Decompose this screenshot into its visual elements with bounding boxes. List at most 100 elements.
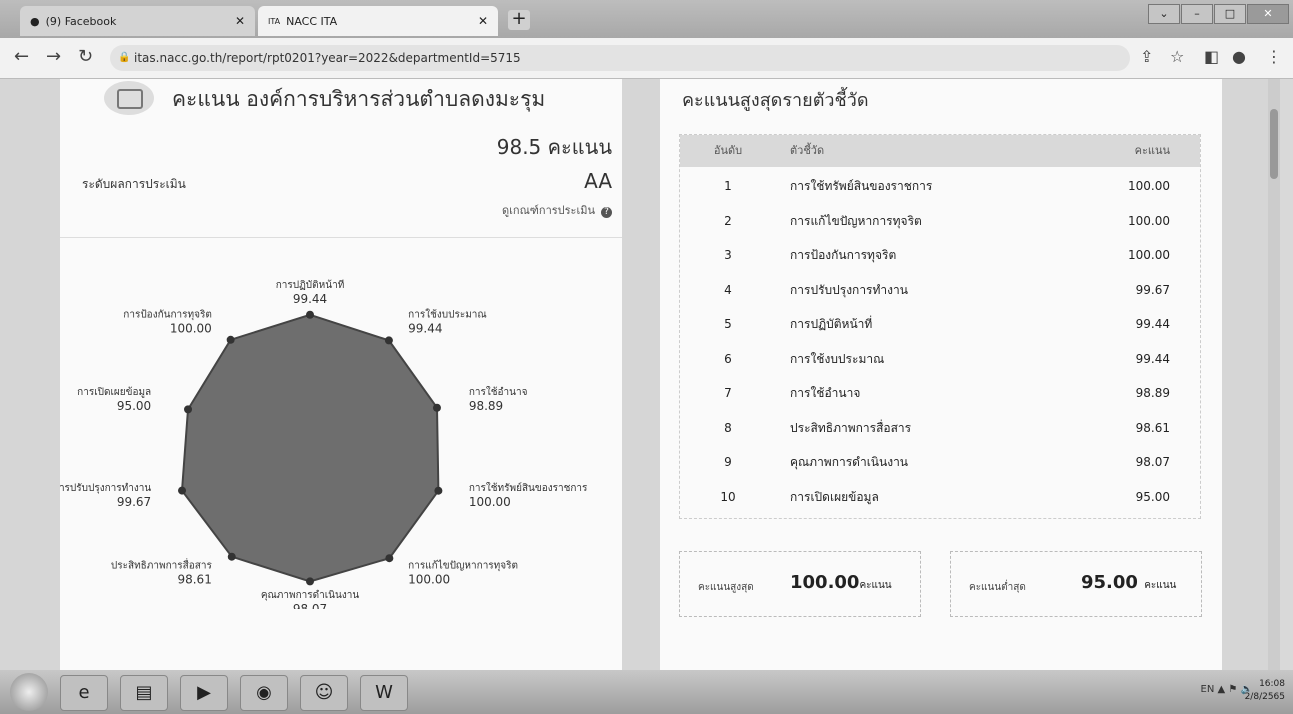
start-button[interactable]: [10, 673, 48, 711]
word-icon[interactable]: W: [360, 675, 408, 711]
tab-label: NACC ITA: [286, 14, 338, 28]
score-cell: 99.44: [1135, 351, 1170, 366]
score-card-title: คะแนน องค์การบริหารส่วนตำบลดงมะรุม: [172, 87, 546, 111]
score-cell: 99.44: [1135, 317, 1170, 331]
divider: [60, 237, 622, 238]
radar-point[interactable]: [384, 336, 393, 345]
dropdown-icon[interactable]: ⌄: [1148, 4, 1180, 24]
scrollbar-thumb[interactable]: [1270, 109, 1278, 179]
help-icon[interactable]: ?: [601, 207, 612, 218]
radar-axis-label: การใช้งบประมาณ: [408, 309, 487, 321]
menu-kebab-icon[interactable]: ⋮: [1266, 47, 1282, 66]
score-cell: 99.67: [1135, 282, 1170, 297]
radar-axis-label: การแก้ไขปัญหาการทุจริต: [408, 559, 518, 571]
url-input[interactable]: 🔒 itas.nacc.go.th/report/rpt0201?year=20…: [110, 45, 1130, 71]
radar-point[interactable]: [184, 405, 193, 414]
score-cell: 95.00: [1135, 489, 1170, 504]
tab-nacc-ita[interactable]: ITA NACC ITA ✕: [258, 6, 498, 36]
radar-point[interactable]: [306, 577, 314, 586]
network-icon[interactable]: ⚑: [1228, 684, 1237, 695]
indicator-cell: การปฏิบัติหน้าที่: [790, 317, 873, 331]
table-row: 5 การปฏิบัติหน้าที่ 99.44: [680, 307, 1200, 342]
ie-icon[interactable]: e: [60, 675, 108, 711]
table-header: อันดับ ตัวชี้วัด คะแนน: [680, 135, 1200, 167]
radar-value-label: 100.00: [408, 572, 450, 586]
new-tab-button[interactable]: +: [508, 10, 530, 30]
page-viewport: คะแนน องค์การบริหารส่วนตำบลดงมะรุม 98.5 …: [0, 79, 1280, 670]
close-tab-icon[interactable]: ✕: [235, 14, 245, 28]
file-explorer-icon[interactable]: ▤: [120, 675, 168, 711]
table-row: 8 ประสิทธิภาพการสื่อสาร 98.61: [680, 411, 1200, 446]
radar-axis-label: การป้องกันการทุจริต: [123, 309, 212, 321]
forward-icon[interactable]: →: [46, 46, 61, 67]
chrome-icon[interactable]: ◉: [240, 675, 288, 711]
close-tab-icon[interactable]: ✕: [478, 14, 488, 28]
lock-icon: 🔒: [118, 52, 131, 63]
address-bar: ← → ↻ 🔒 itas.nacc.go.th/report/rpt0201?y…: [0, 38, 1293, 79]
page-scrollbar[interactable]: [1268, 79, 1280, 670]
profile-avatar-icon[interactable]: ●: [1232, 47, 1246, 66]
radar-value-label: 99.44: [408, 322, 442, 336]
close-window-button[interactable]: ✕: [1247, 4, 1289, 24]
tab-facebook[interactable]: ● (9) Facebook ✕: [20, 6, 255, 36]
media-player-icon[interactable]: ▶: [180, 675, 228, 711]
rank-cell: 7: [724, 386, 732, 400]
score-card: คะแนน องค์การบริหารส่วนตำบลดงมะรุม 98.5 …: [60, 79, 622, 670]
table-row: 4 การปรับปรุงการทำงาน 99.67: [680, 273, 1200, 308]
rank-cell: 9: [724, 455, 732, 469]
facebook-icon: ●: [30, 14, 40, 28]
indicator-cell: คุณภาพการดำเนินงาน: [790, 455, 909, 469]
sidepanel-icon[interactable]: ◧: [1204, 47, 1219, 66]
language-indicator[interactable]: EN: [1201, 684, 1215, 695]
top-indicators-card: คะแนนสูงสุดรายตัวชี้วัด อันดับ ตัวชี้วัด…: [660, 79, 1222, 670]
radar-value-label: 100.00: [469, 495, 511, 509]
indicator-cell: การใช้ทรัพย์สินของราชการ: [790, 179, 933, 193]
rank-cell: 2: [724, 213, 732, 228]
header-rank: อันดับ: [713, 144, 743, 157]
url-text: itas.nacc.go.th/report/rpt0201?year=2022…: [134, 51, 521, 65]
chart-icon: [104, 81, 154, 115]
min-score-unit: คะแนน: [1144, 580, 1177, 591]
rank-cell: 8: [724, 420, 732, 435]
radar-value-label: 99.67: [117, 495, 151, 509]
radar-value-label: 100.00: [170, 322, 212, 336]
radar-area: [180, 313, 440, 583]
clock-date: 2/8/2565: [1244, 692, 1285, 702]
min-score-box: คะแนนต่ำสุด 95.00 คะแนน: [950, 551, 1202, 617]
criteria-link[interactable]: ดูเกณฑ์การประเมิน?: [502, 201, 612, 219]
radar-value-label: 98.07: [293, 602, 327, 609]
minimize-button[interactable]: –: [1181, 4, 1213, 24]
radar-point[interactable]: [306, 310, 314, 319]
min-score-label: คะแนนต่ำสุด: [969, 582, 1026, 593]
rank-cell: 3: [724, 248, 732, 262]
maximize-button[interactable]: □: [1214, 4, 1246, 24]
radar-point[interactable]: [432, 403, 441, 412]
tray-arrow-icon[interactable]: ▲: [1218, 684, 1229, 695]
max-score-box: คะแนนสูงสุด 100.00คะแนน: [679, 551, 921, 617]
indicator-cell: การใช้งบประมาณ: [790, 351, 885, 366]
table-row: 1 การใช้ทรัพย์สินของราชการ 100.00: [680, 169, 1200, 204]
reload-icon[interactable]: ↻: [78, 46, 93, 67]
windows-taskbar: e ▤ ▶ ◉ ☺ W EN ▲ ⚑ 🔈 16:08 2/8/2565: [0, 670, 1293, 714]
header-indicator: ตัวชี้วัด: [790, 144, 825, 157]
radar-point[interactable]: [385, 554, 394, 563]
radar-point[interactable]: [227, 552, 236, 561]
clock[interactable]: 16:08 2/8/2565: [1245, 678, 1285, 704]
level-label: ระดับผลการประเมิน: [82, 177, 186, 191]
radar-point[interactable]: [226, 335, 235, 344]
radar-axis-label: การปรับปรุงการทำงาน: [60, 483, 151, 494]
back-icon[interactable]: ←: [14, 46, 29, 67]
radar-axis-label: การใช้อำนาจ: [469, 386, 528, 398]
bookmark-star-icon[interactable]: ☆: [1170, 47, 1184, 66]
radar-point[interactable]: [434, 486, 443, 495]
max-score-label: คะแนนสูงสุด: [698, 582, 754, 593]
radar-value-label: 99.44: [293, 292, 327, 306]
level-value: AA: [584, 169, 612, 193]
radar-point[interactable]: [178, 486, 187, 495]
indicator-table: อันดับ ตัวชี้วัด คะแนน 1 การใช้ทรัพย์สินข…: [679, 134, 1201, 519]
header-score: คะแนน: [1134, 144, 1170, 157]
radar-axis-label: ประสิทธิภาพการสื่อสาร: [111, 557, 213, 571]
share-icon[interactable]: ⇪: [1140, 47, 1153, 66]
radar-axis-label: คุณภาพการดำเนินงาน: [261, 590, 360, 601]
line-app-icon[interactable]: ☺: [300, 675, 348, 711]
